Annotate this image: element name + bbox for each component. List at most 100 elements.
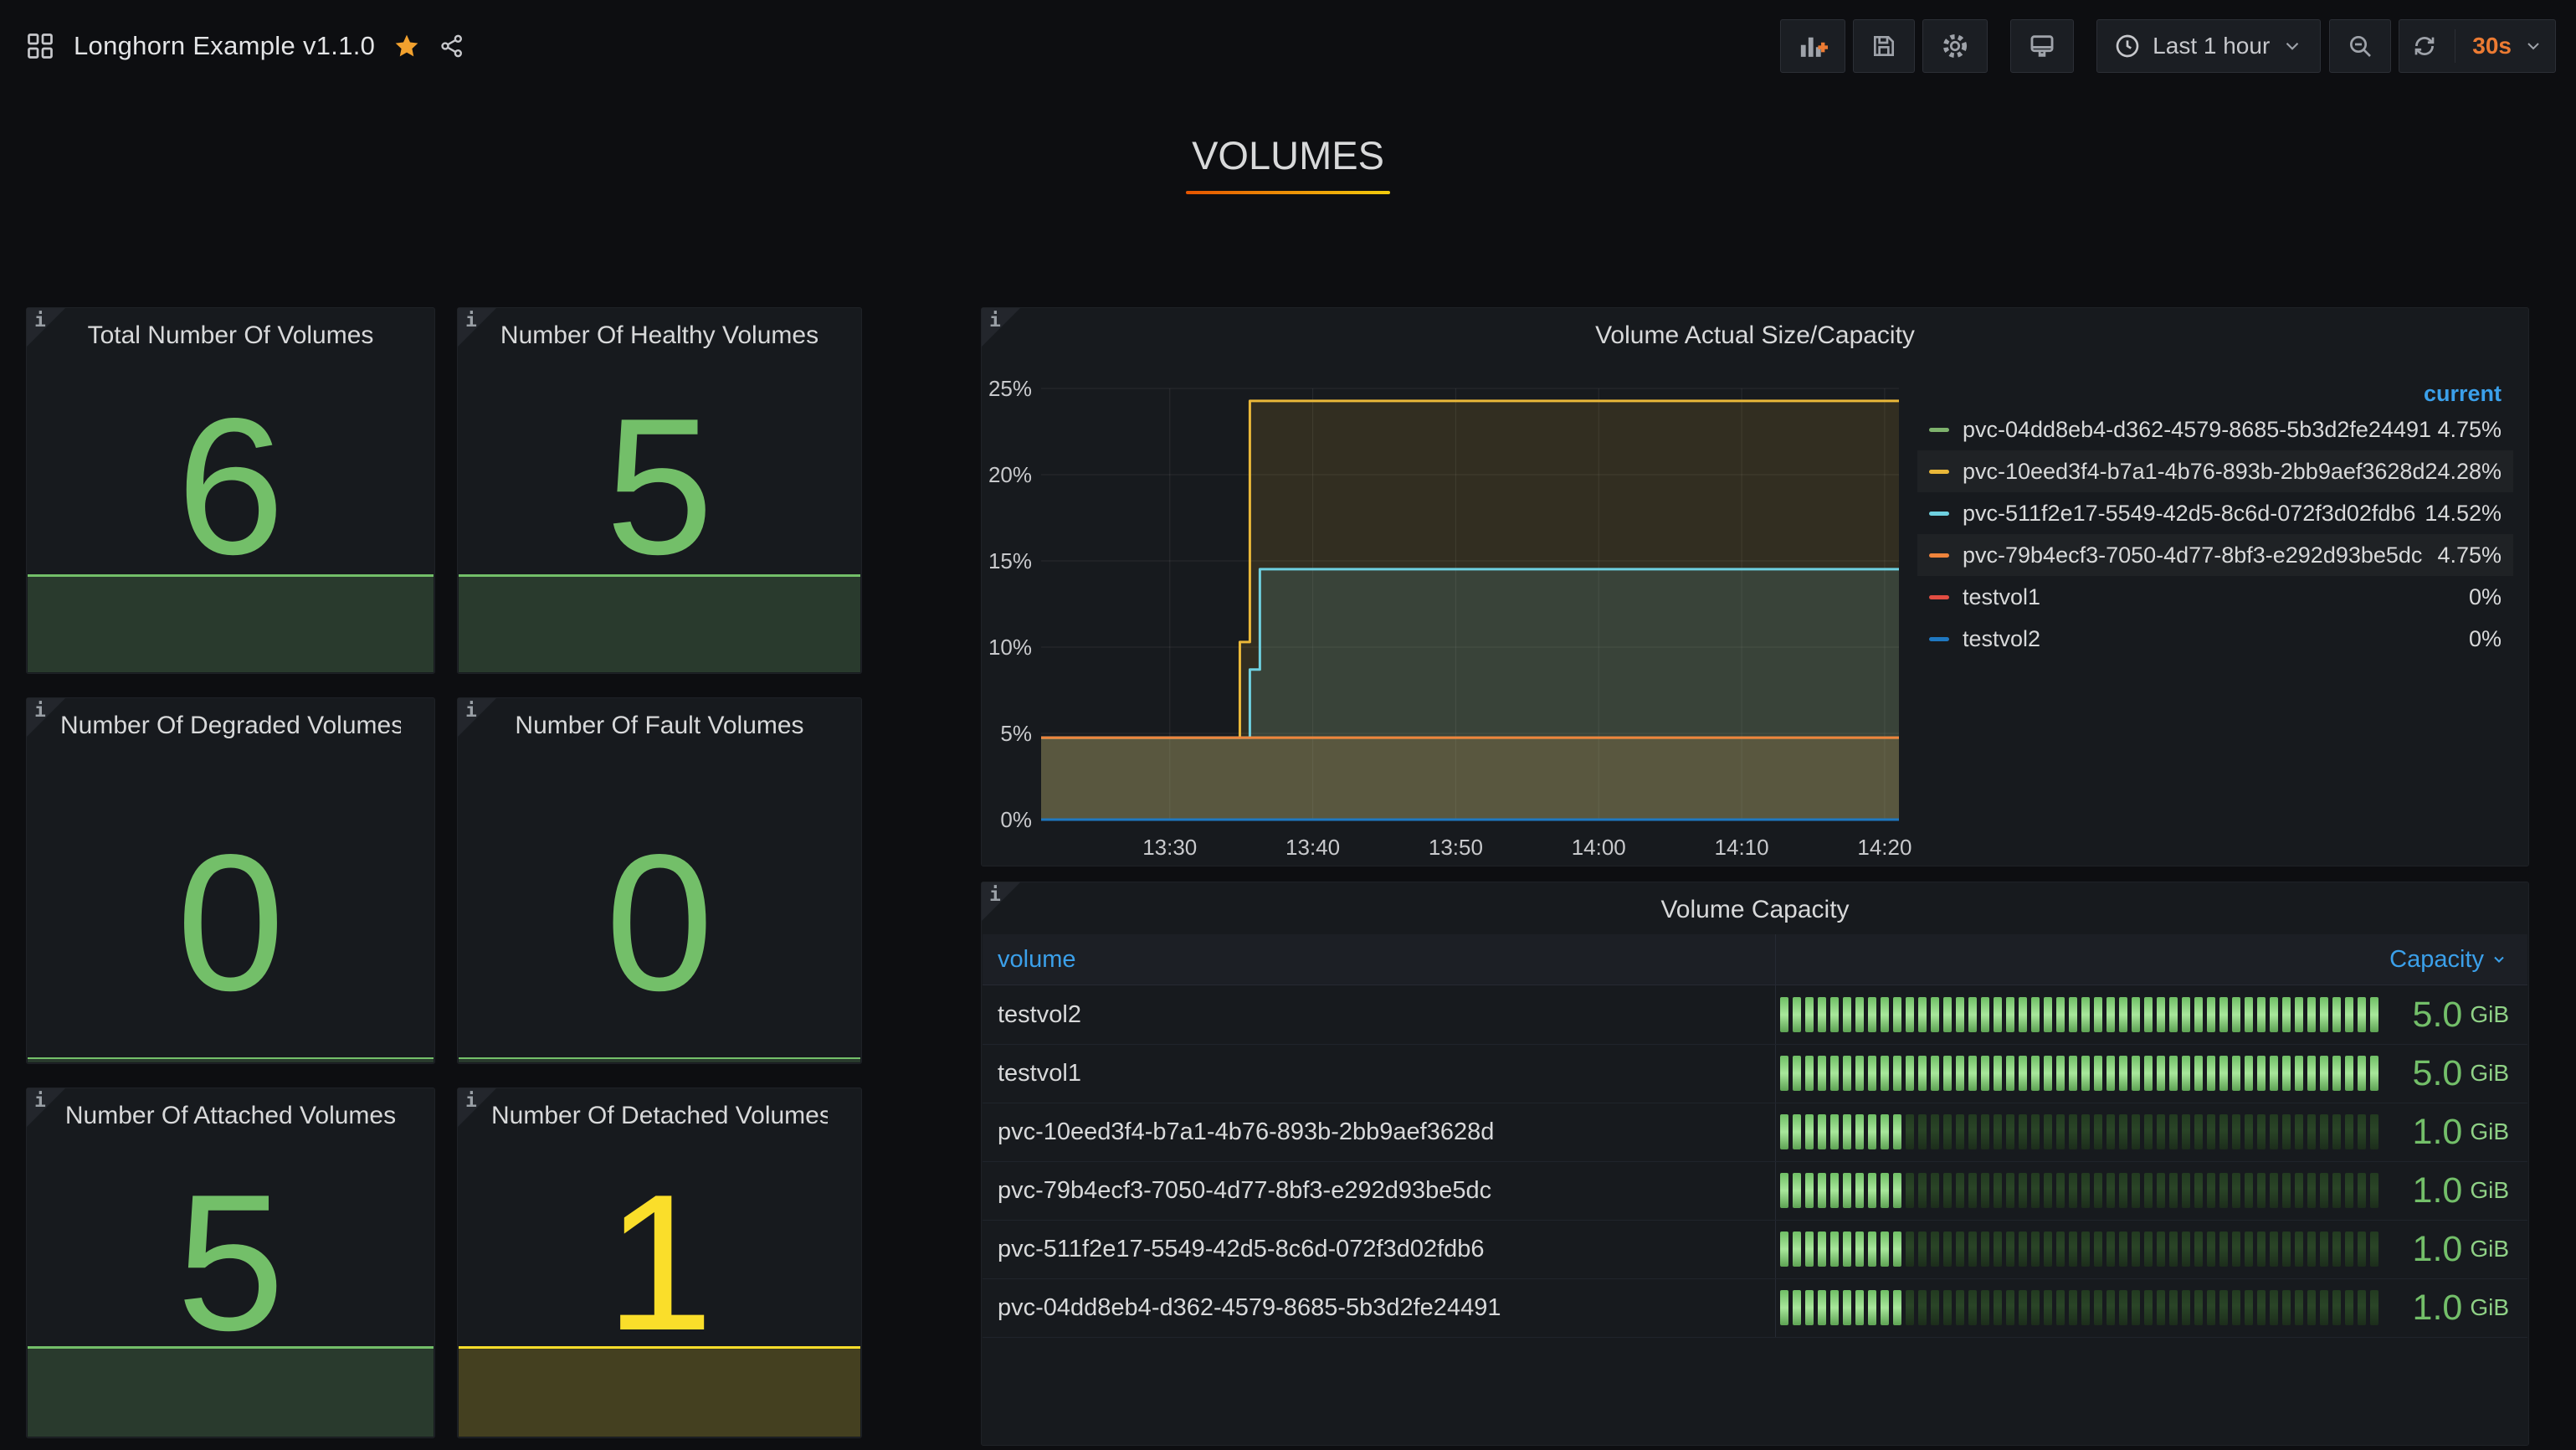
- stat-panel-title[interactable]: Number Of Fault Volumes: [491, 712, 828, 740]
- gauge-led-cell: [2332, 1056, 2341, 1091]
- gauge-led-cell: [2219, 1173, 2228, 1208]
- gauge-led-cell: [2031, 1114, 2040, 1149]
- series-name[interactable]: pvc-04dd8eb4-d362-4579-8685-5b3d2fe24491: [1963, 417, 2431, 443]
- legend-header[interactable]: current: [1917, 378, 2513, 409]
- save-dashboard-button[interactable]: [1853, 19, 1915, 73]
- gauge-led-cell: [1906, 997, 1914, 1032]
- gauge-led-cell: [1805, 1114, 1814, 1149]
- gauge-led-cell: [2031, 1231, 2040, 1267]
- series-name[interactable]: testvol1: [1963, 584, 2040, 610]
- stat-panel-title[interactable]: Number Of Healthy Volumes: [491, 321, 828, 350]
- table-row: pvc-511f2e17-5549-42d5-8c6d-072f3d02fdb6…: [983, 1220, 2527, 1279]
- gauge-led-cell: [1956, 1290, 1964, 1325]
- gauge-led-cell: [1830, 1056, 1839, 1091]
- gauge-led-cell: [2207, 1114, 2215, 1149]
- gauge-led-cell: [2106, 1114, 2115, 1149]
- gauge-led-cell: [2019, 997, 2027, 1032]
- refresh-interval-label[interactable]: 30s: [2472, 33, 2512, 59]
- gauge-led-cell: [2245, 1056, 2253, 1091]
- share-icon[interactable]: [439, 33, 465, 59]
- gauge-led-cell: [1981, 1290, 1989, 1325]
- gauge-led-cell: [2232, 1231, 2240, 1267]
- settings-button[interactable]: [1922, 19, 1988, 73]
- gauge-led-cell: [1956, 1114, 1964, 1149]
- stat-panel-title[interactable]: Total Number Of Volumes: [60, 321, 401, 350]
- gauge-led-cell: [2094, 1114, 2102, 1149]
- legend-row: pvc-511f2e17-5549-42d5-8c6d-072f3d02fdb6…: [1917, 492, 2513, 534]
- gauge-led-cell: [2295, 997, 2303, 1032]
- gauge-led-cell: [2157, 997, 2165, 1032]
- gauge-led-cell: [2144, 1173, 2153, 1208]
- gauge-led-cell: [2094, 997, 2102, 1032]
- gauge-led-cell: [1818, 1114, 1826, 1149]
- series-name[interactable]: testvol2: [1963, 626, 2040, 652]
- gauge-led-cell: [1943, 1290, 1952, 1325]
- gauge-led-cell: [1968, 1290, 1977, 1325]
- stat-panel-title[interactable]: Number Of Attached Volumes: [60, 1102, 401, 1130]
- chevron-down-icon: [2281, 35, 2303, 57]
- gauge-led-cell: [2169, 1231, 2178, 1267]
- gauge-led-cell: [2257, 1056, 2266, 1091]
- chart-panel-title[interactable]: Volume Actual Size/Capacity: [1015, 321, 2495, 350]
- add-panel-button[interactable]: [1780, 19, 1845, 73]
- series-name[interactable]: pvc-79b4ecf3-7050-4d77-8bf3-e292d93be5dc: [1963, 542, 2422, 568]
- section-title: VOLUMES: [0, 132, 2576, 178]
- capacity-number: 1.0: [2413, 1170, 2463, 1211]
- gauge-led-cell: [1793, 1114, 1801, 1149]
- capacity-unit: GiB: [2470, 1060, 2509, 1087]
- legend-row: pvc-10eed3f4-b7a1-4b76-893b-2bb9aef3628d…: [1917, 450, 2513, 492]
- gauge-led-cell: [2169, 1114, 2178, 1149]
- star-icon[interactable]: [393, 33, 420, 59]
- gauge-led-cell: [1968, 1173, 1977, 1208]
- gauge-led-cell: [2019, 1290, 2027, 1325]
- apps-grid-icon[interactable]: [25, 31, 55, 61]
- column-header-capacity[interactable]: Capacity: [2389, 946, 2527, 974]
- gauge-led-cell: [1818, 1231, 1826, 1267]
- stat-panel-title[interactable]: Number Of Degraded Volumes...: [60, 712, 401, 740]
- gauge-led-cell: [2056, 1173, 2065, 1208]
- stat-value: 0: [27, 786, 434, 1060]
- series-name[interactable]: pvc-511f2e17-5549-42d5-8c6d-072f3d02fdb6: [1963, 501, 2415, 527]
- gauge-led-cell: [2006, 1231, 2014, 1267]
- gauge-led-cell: [2044, 1231, 2052, 1267]
- refresh-icon[interactable]: [2411, 33, 2438, 59]
- gauge-led-cell: [1830, 1114, 1839, 1149]
- gauge-led-cell: [1843, 1231, 1851, 1267]
- series-name[interactable]: pvc-10eed3f4-b7a1-4b76-893b-2bb9aef3628d: [1963, 459, 2425, 485]
- gauge-led-cell: [1943, 1231, 1952, 1267]
- gauge-led-cell: [1830, 1290, 1839, 1325]
- toolbar: Last 1 hour 30s: [1780, 18, 2556, 74]
- table-row: pvc-79b4ecf3-7050-4d77-8bf3-e292d93be5dc…: [983, 1161, 2527, 1221]
- gauge-led-cell: [2219, 997, 2228, 1032]
- cycle-view-button[interactable]: [2010, 19, 2074, 73]
- table-panel: i Volume Capacity volume Capacity testvo…: [981, 882, 2529, 1446]
- gauge-led-cell: [2119, 1056, 2127, 1091]
- time-range-picker[interactable]: Last 1 hour: [2096, 19, 2321, 73]
- gauge-led-cell: [1981, 1056, 1989, 1091]
- gauge-led-cell: [2320, 1114, 2328, 1149]
- stat-panel-title[interactable]: Number Of Detached Volumes...: [491, 1102, 828, 1130]
- gauge-led-cell: [1855, 997, 1864, 1032]
- gauge-led-cell: [2132, 1114, 2140, 1149]
- gauge-led-cell: [1843, 997, 1851, 1032]
- gauge-led-cell: [1855, 1173, 1864, 1208]
- gauge-led-cell: [2345, 1231, 2353, 1267]
- volume-name-cell: testvol2: [998, 985, 1081, 1044]
- svg-text:14:20: 14:20: [1857, 835, 1911, 860]
- capacity-gauge: [1780, 1056, 2383, 1091]
- svg-text:15%: 15%: [988, 548, 1032, 573]
- gauge-led-cell: [1943, 1114, 1952, 1149]
- zoom-out-button[interactable]: [2329, 19, 2391, 73]
- gauge-led-cell: [2219, 1231, 2228, 1267]
- gauge-led-cell: [2006, 997, 2014, 1032]
- gauge-led-cell: [2245, 1231, 2253, 1267]
- gauge-led-cell: [1868, 1056, 1876, 1091]
- gauge-led-cell: [1881, 1290, 1889, 1325]
- gauge-led-cell: [2106, 1173, 2115, 1208]
- table-panel-title[interactable]: Volume Capacity: [1015, 896, 2495, 924]
- column-header-volume[interactable]: volume: [983, 946, 1076, 974]
- gauge-led-cell: [1843, 1114, 1851, 1149]
- gauge-led-cell: [2031, 1173, 2040, 1208]
- gauge-led-cell: [1968, 1114, 1977, 1149]
- gauge-led-cell: [2332, 1290, 2341, 1325]
